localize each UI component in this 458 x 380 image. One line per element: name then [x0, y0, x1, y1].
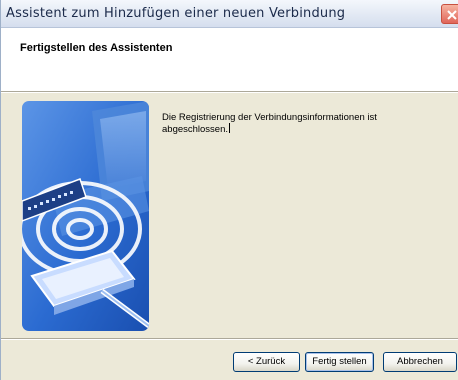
completion-message: Die Registrierung der Verbindungsinforma…: [162, 112, 432, 135]
finish-button[interactable]: Fertig stellen: [305, 352, 374, 372]
header-panel: Fertigstellen des Assistenten: [1, 28, 458, 93]
title-bar[interactable]: Assistent zum Hinzufügen einer neuen Ver…: [1, 0, 458, 28]
page-title: Fertigstellen des Assistenten: [20, 42, 173, 54]
wireless-network-illustration: [22, 101, 149, 331]
back-button[interactable]: < Zurück: [233, 352, 300, 372]
close-icon: [447, 10, 457, 20]
text-cursor: [229, 123, 231, 133]
footer-divider: [1, 338, 458, 340]
cancel-button[interactable]: Abbrechen: [383, 352, 457, 372]
close-button[interactable]: [441, 4, 458, 24]
content-area: Die Registrierung der Verbindungsinforma…: [1, 93, 458, 338]
completion-message-text: Die Registrierung der Verbindungsinforma…: [162, 112, 377, 135]
wizard-window: Assistent zum Hinzufügen einer neuen Ver…: [0, 0, 458, 380]
window-title: Assistent zum Hinzufügen einer neuen Ver…: [6, 6, 346, 21]
